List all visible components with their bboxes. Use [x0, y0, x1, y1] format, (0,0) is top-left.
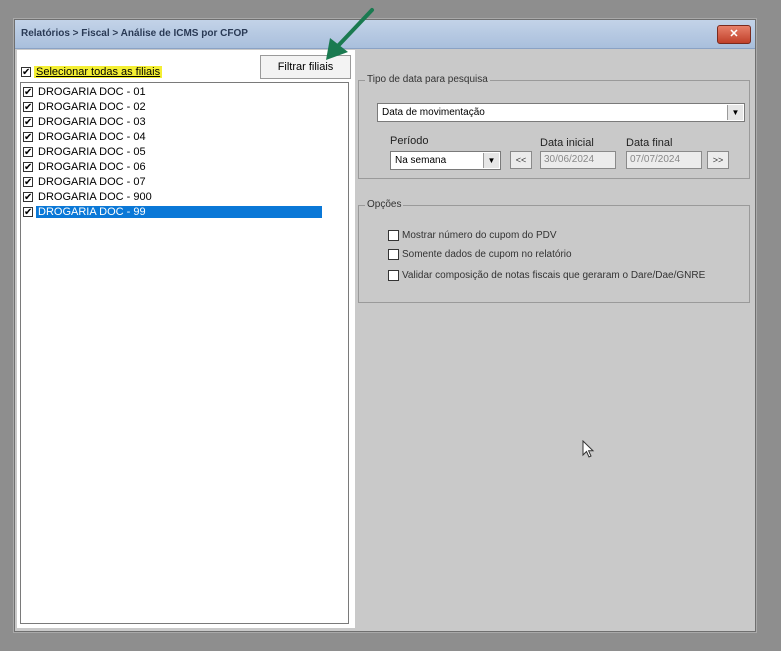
- next-period-button[interactable]: >>: [707, 151, 729, 169]
- options-group-title: Opções: [365, 199, 404, 210]
- window-title: Relatórios > Fiscal > Análise de ICMS po…: [21, 28, 248, 39]
- branch-label: DROGARIA DOC - 900: [38, 190, 152, 203]
- list-item-selected[interactable]: ✔ DROGARIA DOC - 99: [23, 204, 322, 219]
- checkbox-checked-icon[interactable]: ✔: [23, 191, 33, 202]
- checkbox-checked-icon[interactable]: ✔: [23, 86, 33, 97]
- checkbox-checked-icon[interactable]: ✔: [23, 101, 33, 112]
- date-type-group-title: Tipo de data para pesquisa: [365, 74, 490, 85]
- previous-period-button[interactable]: <<: [510, 151, 532, 169]
- coupon-data-only-option[interactable]: Somente dados de cupom no relatório: [388, 247, 572, 261]
- list-item[interactable]: ✔ DROGARIA DOC - 05: [23, 144, 148, 159]
- chevron-down-icon[interactable]: ▼: [727, 105, 743, 120]
- branch-label: DROGARIA DOC - 04: [38, 130, 146, 143]
- checkbox-checked-icon[interactable]: ✔: [23, 161, 33, 172]
- branch-label: DROGARIA DOC - 07: [38, 175, 146, 188]
- list-item[interactable]: ✔ DROGARIA DOC - 04: [23, 129, 148, 144]
- period-value: Na semana: [395, 155, 447, 166]
- show-pdv-coupon-option[interactable]: Mostrar número do cupom do PDV: [388, 228, 557, 242]
- close-button[interactable]: ✕: [717, 25, 751, 44]
- start-date-label: Data inicial: [540, 137, 594, 149]
- options-pane: Tipo de data para pesquisa Data de movim…: [357, 50, 753, 628]
- list-item[interactable]: ✔ DROGARIA DOC - 07: [23, 174, 148, 189]
- mouse-cursor-icon: [582, 440, 595, 458]
- list-item[interactable]: ✔ DROGARIA DOC - 06: [23, 159, 148, 174]
- branch-list[interactable]: ✔ DROGARIA DOC - 01 ✔ DROGARIA DOC - 02 …: [20, 82, 349, 624]
- date-type-value: Data de movimentação: [382, 107, 485, 118]
- list-item[interactable]: ✔ DROGARIA DOC - 02: [23, 99, 148, 114]
- end-date-label: Data final: [626, 137, 673, 149]
- checkbox-checked-icon[interactable]: ✔: [23, 206, 33, 217]
- branch-label: DROGARIA DOC - 05: [38, 145, 146, 158]
- end-date-field[interactable]: 07/07/2024: [626, 151, 702, 169]
- option-label: Validar composição de notas fiscais que …: [402, 269, 706, 281]
- date-type-group: Tipo de data para pesquisa Data de movim…: [358, 74, 750, 179]
- checkbox-icon[interactable]: [388, 229, 399, 241]
- options-group: Opções Mostrar número do cupom do PDV So…: [358, 199, 750, 303]
- branch-pane: ✔ Selecionar todas as filiais Filtrar fi…: [17, 50, 355, 628]
- branch-label: DROGARIA DOC - 99: [36, 205, 322, 218]
- branch-label: DROGARIA DOC - 01: [38, 85, 146, 98]
- list-item[interactable]: ✔ DROGARIA DOC - 900: [23, 189, 154, 204]
- checkbox-checked-icon[interactable]: ✔: [23, 176, 33, 187]
- checkbox-checked-icon[interactable]: ✔: [23, 116, 33, 127]
- option-label: Somente dados de cupom no relatório: [402, 248, 572, 260]
- period-dropdown[interactable]: Na semana ▼: [390, 151, 501, 170]
- report-window: Relatórios > Fiscal > Análise de ICMS po…: [14, 19, 756, 632]
- list-item[interactable]: ✔ DROGARIA DOC - 01: [23, 84, 148, 99]
- annotation-arrow-icon: [326, 8, 374, 60]
- branch-label: DROGARIA DOC - 02: [38, 100, 146, 113]
- checkbox-icon[interactable]: [388, 269, 399, 281]
- period-label: Período: [390, 135, 429, 147]
- list-item[interactable]: ✔ DROGARIA DOC - 03: [23, 114, 148, 129]
- checkbox-checked-icon[interactable]: ✔: [21, 67, 31, 78]
- title-bar[interactable]: Relatórios > Fiscal > Análise de ICMS po…: [15, 20, 755, 49]
- checkbox-icon[interactable]: [388, 248, 399, 260]
- checkbox-checked-icon[interactable]: ✔: [23, 131, 33, 142]
- date-type-dropdown[interactable]: Data de movimentação ▼: [377, 103, 745, 122]
- option-label: Mostrar número do cupom do PDV: [402, 229, 557, 241]
- branch-label: DROGARIA DOC - 06: [38, 160, 146, 173]
- validate-invoices-option[interactable]: Validar composição de notas fiscais que …: [388, 268, 705, 282]
- select-all-checkbox[interactable]: ✔ Selecionar todas as filiais: [21, 65, 163, 79]
- checkbox-checked-icon[interactable]: ✔: [23, 146, 33, 157]
- chevron-down-icon[interactable]: ▼: [483, 153, 499, 168]
- select-all-label[interactable]: Selecionar todas as filiais: [34, 66, 163, 78]
- branch-label: DROGARIA DOC - 03: [38, 115, 146, 128]
- start-date-field[interactable]: 30/06/2024: [540, 151, 616, 169]
